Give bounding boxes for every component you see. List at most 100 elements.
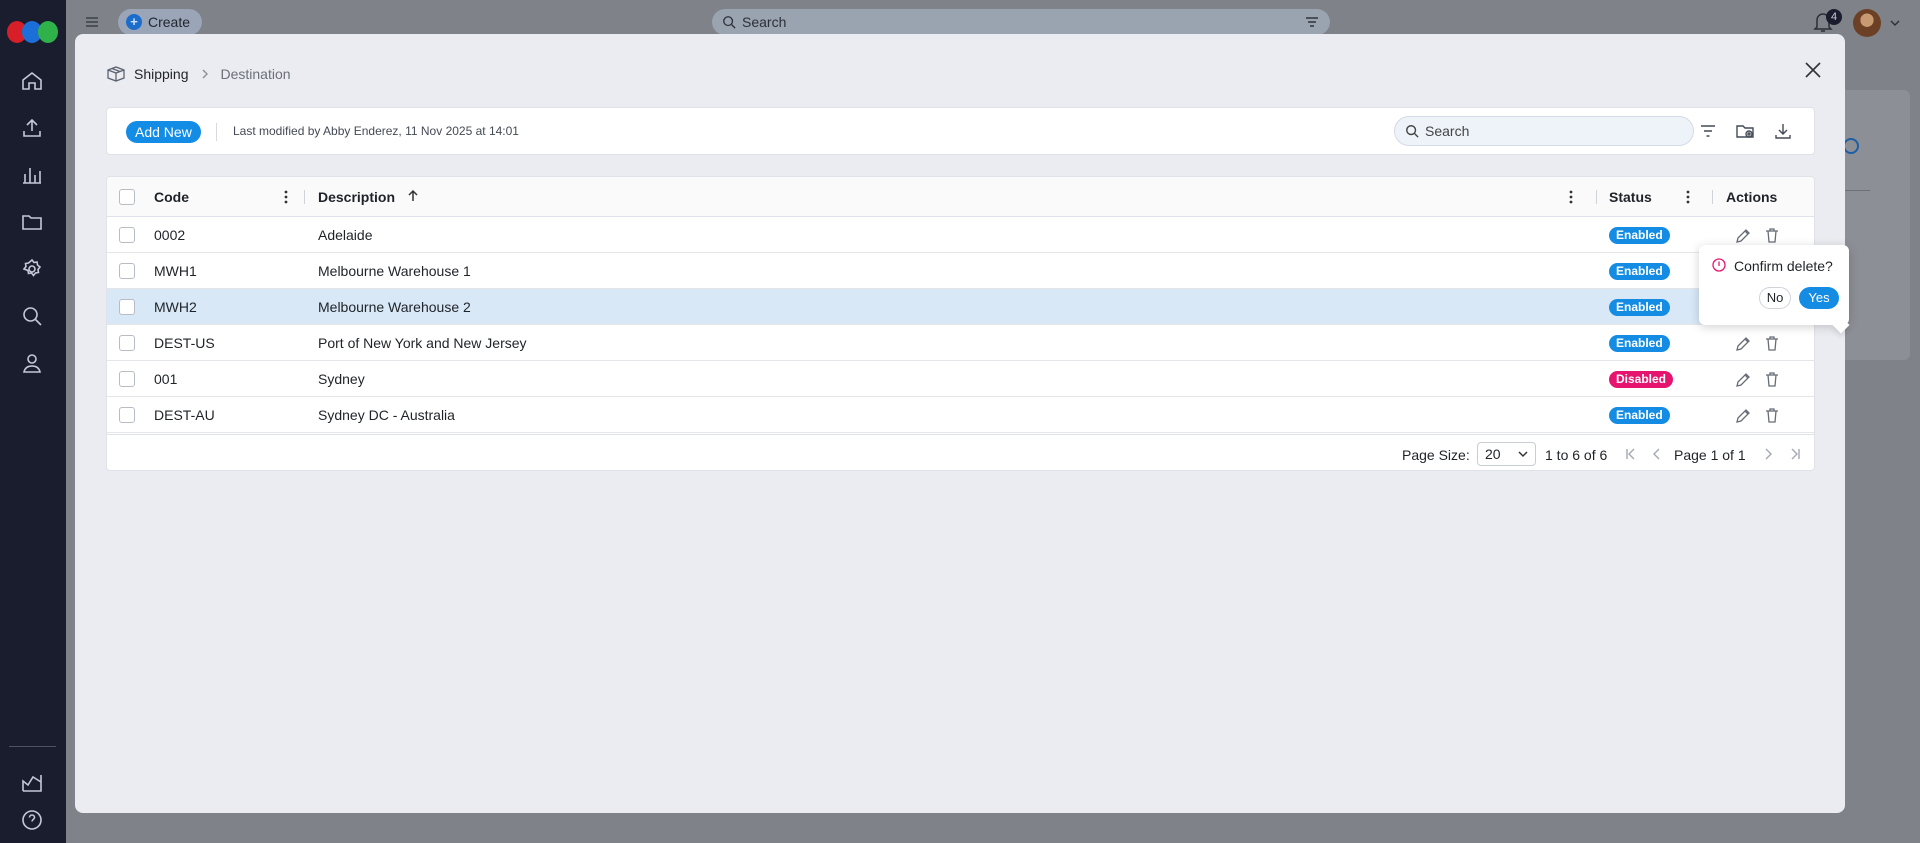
global-search-placeholder: Search (742, 14, 787, 30)
toolbar-divider (216, 123, 217, 141)
previous-page-icon[interactable] (1650, 447, 1664, 461)
page-size-value: 20 (1485, 446, 1501, 462)
status-badge: Enabled (1609, 335, 1670, 352)
search-icon (1406, 125, 1419, 138)
page-size-select[interactable]: 20 (1477, 442, 1536, 466)
status-badge: Enabled (1609, 407, 1670, 424)
global-search[interactable]: Search (712, 9, 1330, 35)
status-badge: Enabled (1609, 227, 1670, 244)
row-checkbox[interactable] (119, 299, 135, 315)
warning-icon (1712, 258, 1726, 272)
row-description: Adelaide (318, 227, 373, 243)
table-row[interactable]: MWH1 Melbourne Warehouse 1 Enabled (107, 253, 1814, 289)
sort-ascending-icon[interactable] (406, 189, 420, 203)
column-header-code[interactable]: Code (154, 189, 189, 205)
create-label: Create (148, 14, 191, 30)
filter-icon[interactable] (1304, 14, 1320, 30)
create-button[interactable]: + Create (118, 9, 203, 35)
chevron-down-icon[interactable] (1889, 17, 1901, 29)
delete-icon[interactable] (1764, 371, 1780, 388)
page-range: 1 to 6 of 6 (1545, 447, 1608, 463)
breadcrumb: Shipping Destination (106, 65, 291, 83)
grid-search (1394, 116, 1694, 146)
column-menu-icon[interactable] (279, 188, 293, 206)
grid-search-input[interactable] (1425, 123, 1675, 139)
background-indicator (1843, 138, 1859, 154)
confirm-delete-text: Confirm delete? (1734, 258, 1833, 274)
chevron-right-icon (202, 69, 208, 79)
column-header-actions: Actions (1726, 189, 1778, 205)
column-separator[interactable] (304, 190, 305, 204)
help-icon[interactable] (20, 808, 46, 834)
table-row[interactable]: 0002 Adelaide Enabled (107, 217, 1814, 253)
first-page-icon[interactable] (1624, 447, 1638, 461)
home-icon[interactable] (20, 69, 46, 95)
saved-views-icon[interactable] (1735, 121, 1755, 141)
row-code: MWH2 (154, 299, 197, 315)
page-indicator: Page 1 of 1 (1674, 447, 1746, 463)
confirm-delete-popover: Confirm delete? No Yes (1699, 245, 1849, 325)
column-menu-icon[interactable] (1681, 188, 1695, 206)
row-description: Melbourne Warehouse 2 (318, 299, 471, 315)
upload-icon[interactable] (20, 116, 46, 142)
page-size-label: Page Size: (1402, 447, 1470, 463)
download-icon[interactable] (1773, 121, 1793, 141)
settings-icon[interactable] (20, 257, 46, 283)
column-menu-icon[interactable] (1564, 188, 1578, 206)
column-separator[interactable] (1712, 190, 1713, 204)
table-row[interactable]: 001 Sydney Disabled (107, 361, 1814, 397)
grid-header: Code Description Status Actions (107, 177, 1814, 217)
confirm-yes-button[interactable]: Yes (1799, 287, 1839, 309)
column-header-status[interactable]: Status (1609, 189, 1652, 205)
column-separator[interactable] (1596, 190, 1597, 204)
avatar[interactable] (1853, 9, 1881, 37)
breadcrumb-destination: Destination (220, 66, 291, 82)
analytics-icon[interactable] (20, 771, 46, 797)
row-description: Port of New York and New Jersey (318, 335, 527, 351)
last-page-icon[interactable] (1788, 447, 1802, 461)
reports-icon[interactable] (20, 163, 46, 189)
search-icon (723, 16, 736, 29)
row-checkbox[interactable] (119, 263, 135, 279)
row-checkbox[interactable] (119, 407, 135, 423)
search-icon[interactable] (20, 304, 46, 330)
edit-icon[interactable] (1735, 336, 1751, 352)
close-icon[interactable] (1803, 60, 1823, 80)
app-logo[interactable] (7, 21, 59, 43)
edit-icon[interactable] (1735, 372, 1751, 388)
add-new-button[interactable]: Add New (126, 121, 201, 143)
delete-icon[interactable] (1764, 335, 1780, 352)
confirm-no-button[interactable]: No (1759, 287, 1791, 309)
status-badge: Enabled (1609, 299, 1670, 316)
row-checkbox[interactable] (119, 335, 135, 351)
row-code: 001 (154, 371, 178, 387)
delete-icon[interactable] (1764, 227, 1780, 244)
last-modified-text: Last modified by Abby Enderez, 11 Nov 20… (233, 124, 519, 138)
app-sidebar (0, 0, 66, 843)
row-checkbox[interactable] (119, 227, 135, 243)
status-badge: Disabled (1609, 371, 1674, 388)
filter-icon[interactable] (1698, 121, 1718, 141)
table-row[interactable]: DEST-US Port of New York and New Jersey … (107, 325, 1814, 361)
box-icon (107, 66, 125, 82)
row-code: MWH1 (154, 263, 197, 279)
row-checkbox[interactable] (119, 371, 135, 387)
table-row[interactable]: MWH2 Melbourne Warehouse 2 Enabled (107, 289, 1814, 325)
breadcrumb-shipping[interactable]: Shipping (134, 66, 189, 82)
table-row[interactable]: DEST-AU Sydney DC - Australia Enabled (107, 397, 1814, 433)
row-description: Melbourne Warehouse 1 (318, 263, 471, 279)
sidebar-divider (9, 746, 56, 747)
edit-icon[interactable] (1735, 228, 1751, 244)
select-all-checkbox[interactable] (119, 189, 135, 205)
menu-icon[interactable] (84, 14, 100, 30)
edit-icon[interactable] (1735, 408, 1751, 424)
chevron-down-icon (1518, 451, 1528, 458)
column-header-description[interactable]: Description (318, 189, 395, 205)
row-description: Sydney (318, 371, 365, 387)
plus-icon: + (126, 14, 142, 30)
destination-modal: Shipping Destination Add New Last modifi… (75, 34, 1849, 813)
user-icon[interactable] (20, 351, 46, 377)
folder-icon[interactable] (20, 210, 46, 236)
next-page-icon[interactable] (1761, 447, 1775, 461)
delete-icon[interactable] (1764, 407, 1780, 424)
